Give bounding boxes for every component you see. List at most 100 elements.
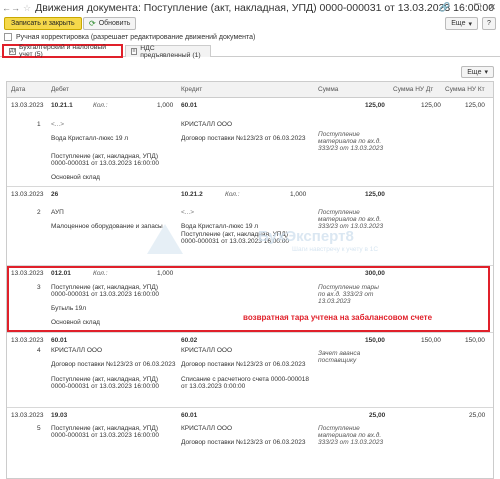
credit-subconto: КРИСТАЛЛ ООО: [181, 347, 233, 354]
content-text: материалов по вх.д.: [318, 138, 382, 145]
sum-value: 25,00: [369, 412, 386, 419]
favorite-star-icon[interactable]: ☆: [23, 3, 31, 14]
col-debit[interactable]: Дебет: [51, 86, 69, 93]
debit-subconto: Договор поставки №123/23 от 06.03.2023: [51, 361, 176, 368]
manual-correction-checkbox[interactable]: [4, 33, 12, 41]
table-row[interactable]: 13.03.2023 2 26 АУП Малоценное оборудова…: [7, 187, 493, 266]
sum-nu-dt: 125,00: [421, 102, 441, 109]
watermark-logo-icon: [147, 224, 183, 254]
link-icon[interactable]: 🔗: [439, 2, 450, 13]
manual-correction-label: Ручная корректировка (разрешает редактир…: [16, 33, 256, 41]
content-text: Поступление: [318, 425, 360, 432]
watermark-subtext: Шаги навстречу к учету в 1С: [292, 246, 379, 253]
table-row[interactable]: 13.03.2023 3 012.01 Кол.: 1,000 Поступле…: [7, 266, 493, 333]
col-sum-nu-kt[interactable]: Сумма НУ Кт: [445, 86, 485, 93]
back-arrow-icon[interactable]: ←: [2, 3, 11, 13]
credit-qty: 1,000: [290, 191, 307, 198]
tab-vat-presented[interactable]: ≡ НДС предъявленный (1): [125, 44, 211, 59]
credit-subconto: Списание с расчетного счета 0000-000018: [181, 376, 310, 383]
row-number: 5: [37, 425, 41, 432]
credit-subconto: Договор поставки №123/23 от 06.03.2023: [181, 361, 306, 368]
refresh-label: Обновить: [98, 20, 131, 27]
debit-subconto: 0000-000031 от 13.03.2023 16:00:00: [51, 383, 160, 390]
content-text: Поступление тары: [318, 284, 379, 291]
toolbar: Записать и закрыть ⟳ Обновить Еще ▾ ?: [0, 17, 500, 31]
table-more-button[interactable]: Еще ▾: [461, 66, 494, 78]
row-date: 13.03.2023: [11, 102, 44, 109]
qty-label: Кол.:: [225, 191, 240, 198]
debit-account: 26: [51, 191, 59, 198]
tab-label: Бухгалтерский и налоговый учет (5): [19, 44, 107, 58]
ledger-icon: Дт: [9, 47, 16, 55]
debit-account: 60.01: [51, 337, 68, 344]
sum-value: 125,00: [365, 102, 385, 109]
manual-correction-row[interactable]: Ручная корректировка (разрешает редактир…: [4, 33, 255, 41]
row-date: 13.03.2023: [11, 412, 44, 419]
col-sum-nu-dt[interactable]: Сумма НУ Дт: [393, 86, 433, 93]
col-sum[interactable]: Сумма: [318, 86, 338, 93]
credit-subconto: КРИСТАЛЛ ООО: [181, 425, 233, 432]
more-label: Еще: [451, 20, 466, 27]
table-row[interactable]: 13.03.2023 5 19.03 Поступление (акт, нак…: [7, 408, 493, 478]
help-button[interactable]: ?: [482, 17, 496, 30]
annotation-text: возвратная тара учтена на забалансовом с…: [243, 313, 433, 322]
debit-subconto: Поступление (акт, накладная, УПД): [51, 425, 158, 432]
chevron-down-icon: ▾: [484, 69, 488, 76]
save-and-close-button[interactable]: Записать и закрыть: [4, 17, 82, 30]
table-row[interactable]: 13.03.2023 4 60.01 КРИСТАЛЛ ООО Договор …: [7, 333, 493, 408]
close-icon[interactable]: ✕: [488, 2, 496, 13]
sum-value: 125,00: [365, 191, 385, 198]
maximize-icon[interactable]: ☐: [473, 2, 481, 13]
credit-subconto: от 13.03.2023 0:00:00: [181, 383, 246, 390]
credit-subconto: КРИСТАЛЛ ООО: [181, 121, 233, 128]
col-credit[interactable]: Кредит: [181, 86, 202, 93]
tab-label: НДС предъявленный (1): [140, 44, 201, 59]
forward-arrow-icon[interactable]: →: [11, 3, 20, 13]
debit-account: 19.03: [51, 412, 68, 419]
chevron-down-icon: ▾: [468, 20, 472, 28]
content-text: поставщику: [318, 357, 357, 364]
row-number: 3: [37, 284, 41, 291]
content-text: по вх.д. 333/23 от: [318, 291, 374, 298]
table-row[interactable]: 13.03.2023 1 10.21.1 Кол.: 1,000 <...> В…: [7, 98, 493, 187]
debit-subconto: КРИСТАЛЛ ООО: [51, 347, 103, 354]
sum-nu-kt: 150,00: [465, 337, 485, 344]
menu-icon[interactable]: ⋮: [457, 2, 466, 13]
tab-bar: Дт Бухгалтерский и налоговый учет (5) ≡ …: [0, 43, 500, 59]
debit-subconto: 0000-000031 от 13.03.2023 16:00:00: [51, 160, 160, 167]
content-text: Зачет аванса: [318, 350, 361, 357]
debit-subconto: АУП: [51, 209, 64, 216]
credit-subconto: Вода Кристалл-люкс 19 л: [181, 223, 259, 230]
row-date: 13.03.2023: [11, 191, 44, 198]
debit-subconto: 0000-000031 от 13.03.2023 16:00:00: [51, 291, 160, 298]
content-text: Поступление: [318, 209, 360, 216]
sum-value: 150,00: [365, 337, 385, 344]
col-date[interactable]: Дата: [11, 86, 25, 93]
debit-account: 012.01: [51, 270, 71, 277]
debit-qty: 1,000: [157, 102, 174, 109]
content-text: материалов по вх.д.: [318, 216, 382, 223]
debit-subconto: Основной склад: [51, 319, 100, 326]
row-number: 1: [37, 121, 41, 128]
window-title: Движения документа: Поступление (акт, на…: [35, 2, 495, 14]
credit-account: 60.01: [181, 102, 198, 109]
debit-subconto: Основной склад: [51, 174, 100, 181]
qty-label: Кол.:: [93, 102, 108, 109]
row-number: 2: [37, 209, 41, 216]
tab-accounting-tax[interactable]: Дт Бухгалтерский и налоговый учет (5): [2, 44, 123, 58]
qty-label: Кол.:: [93, 270, 108, 277]
content-text: 13.03.2023: [318, 298, 351, 305]
refresh-icon: ⟳: [89, 19, 96, 28]
table-header: Дата Дебет Кредит Сумма Сумма НУ Дт Сумм…: [7, 82, 493, 98]
debit-qty: 1,000: [157, 270, 174, 277]
refresh-button[interactable]: ⟳ Обновить: [83, 17, 137, 30]
content-text: Поступление: [318, 131, 360, 138]
more-label: Еще: [467, 68, 482, 76]
more-button[interactable]: Еще ▾: [445, 17, 478, 30]
debit-account: 10.21.1: [51, 102, 73, 109]
row-date: 13.03.2023: [11, 337, 44, 344]
credit-account: 60.01: [181, 412, 198, 419]
credit-subconto: Договор поставки №123/23 от 06.03.2023: [181, 135, 306, 142]
debit-subconto: Поступление (акт, накладная, УПД): [51, 153, 158, 160]
credit-subconto: <...>: [181, 209, 195, 216]
